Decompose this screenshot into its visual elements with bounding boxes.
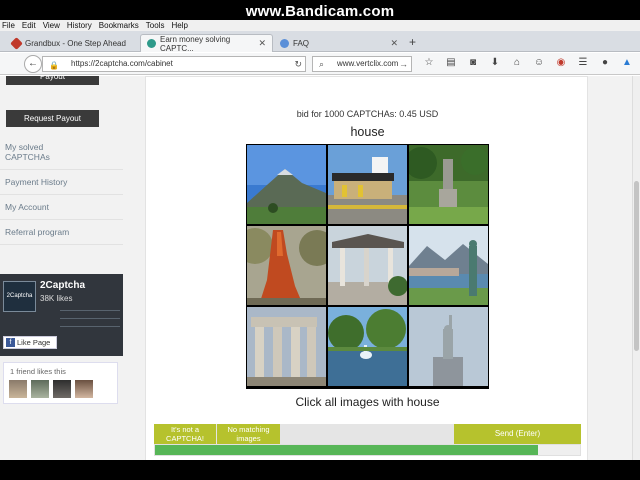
captcha-word: house	[350, 125, 385, 139]
menu-bookmarks[interactable]: Bookmarks	[99, 21, 139, 30]
tab-bar: Grandbux - One Step Ahead Earn money sol…	[0, 31, 640, 53]
sidebar: Payout Request Payout My solved CAPTCHAs…	[0, 76, 123, 460]
menu-edit[interactable]: Edit	[22, 21, 36, 30]
tab-2captcha[interactable]: Earn money solving CAPTC... ✕	[140, 34, 273, 53]
search-input[interactable]: ⌕ www.vertclix.com →	[312, 56, 412, 72]
bid-text: bid for 1000 CAPTCHAs: 0.45 USD	[296, 109, 439, 119]
payout-button[interactable]: Payout	[6, 76, 99, 85]
scrollbar-thumb[interactable]	[634, 181, 639, 351]
captcha-image-mountain[interactable]	[247, 145, 326, 224]
time-remaining-progress	[154, 444, 581, 456]
captcha-image-lake-statue[interactable]	[409, 226, 488, 305]
no-matching-images-button[interactable]: No matching images	[217, 424, 280, 444]
captcha-image-ruins[interactable]	[247, 307, 326, 386]
divider	[60, 318, 120, 319]
search-text: www.vertclix.com	[337, 59, 399, 68]
close-tab-icon[interactable]: ✕	[390, 38, 398, 49]
captcha-image-fountain[interactable]	[328, 307, 407, 386]
download-icon[interactable]: ⬇	[484, 57, 506, 68]
captcha-image-grid	[246, 144, 489, 389]
divider	[0, 219, 123, 220]
tab-label: FAQ	[293, 38, 310, 48]
progress-fill	[155, 445, 538, 455]
close-tab-icon[interactable]: ✕	[258, 38, 266, 49]
extension-icon[interactable]: ◉	[550, 57, 572, 68]
menu-tools[interactable]: Tools	[146, 21, 165, 30]
facebook-page-name[interactable]: 2Captcha	[40, 280, 85, 291]
menu-view[interactable]: View	[43, 21, 60, 30]
divider	[0, 169, 123, 170]
divider	[60, 310, 120, 311]
facebook-icon: f	[6, 338, 15, 347]
tab-faq[interactable]: FAQ ✕	[274, 34, 404, 52]
captcha-instruction: Click all images with house	[295, 395, 440, 409]
captcha-image-gas-station[interactable]	[328, 145, 407, 224]
avatar[interactable]	[9, 380, 27, 398]
captcha-image-statue-of-liberty[interactable]	[409, 307, 488, 386]
avatar[interactable]	[53, 380, 71, 398]
facebook-like-page-button[interactable]: f Like Page	[3, 336, 57, 349]
hamburger-menu-icon[interactable]: ☰	[572, 57, 594, 68]
friends-like-box: 1 friend likes this	[3, 362, 118, 404]
captcha-image-statue-park[interactable]	[409, 145, 488, 224]
page-content: Payout Request Payout My solved CAPTCHAs…	[0, 76, 632, 460]
not-a-captcha-button[interactable]: It's not a CAPTCHA!	[154, 424, 216, 444]
new-tab-button[interactable]: +	[409, 35, 416, 49]
divider	[0, 194, 123, 195]
url-bar[interactable]: 🔒 https://2captcha.com/cabinet ↻	[42, 56, 306, 72]
reading-list-icon[interactable]: ▤	[440, 57, 462, 68]
captcha-action-row: It's not a CAPTCHA! No matching images S…	[154, 424, 581, 444]
globe-favicon-icon	[280, 38, 289, 48]
home-icon[interactable]: ⌂	[506, 57, 528, 68]
grandbux-favicon-icon	[10, 36, 23, 50]
back-button[interactable]: ←	[24, 55, 42, 73]
sidebar-item-my-account[interactable]: My Account	[5, 202, 49, 212]
bookmark-star-icon[interactable]: ☆	[418, 57, 440, 68]
toolbar-icons: ☆ ▤ ◙ ⬇ ⌂ ☺ ◉ ☰ ● ▲	[418, 57, 638, 68]
captcha-image-red-sculpture[interactable]	[247, 226, 326, 305]
2captcha-favicon-icon	[147, 39, 156, 48]
emoji-icon[interactable]: ☺	[528, 57, 550, 68]
vpn-icon[interactable]: ▲	[616, 57, 638, 68]
reload-icon[interactable]: ↻	[294, 57, 302, 71]
browser-window: File Edit View History Bookmarks Tools H…	[0, 20, 640, 460]
url-text: https://2captcha.com/cabinet	[71, 59, 173, 68]
tab-label: Earn money solving CAPTC...	[160, 34, 231, 53]
menu-bar: File Edit View History Bookmarks Tools H…	[0, 20, 640, 31]
go-arrow-icon[interactable]: →	[399, 57, 408, 71]
request-payout-button[interactable]: Request Payout	[6, 110, 99, 127]
menu-history[interactable]: History	[67, 21, 92, 30]
captcha-panel: bid for 1000 CAPTCHAs: 0.45 USD house Cl…	[145, 76, 588, 460]
page-scrollbar[interactable]	[632, 76, 640, 460]
menu-help[interactable]: Help	[171, 21, 187, 30]
like-page-label: Like Page	[17, 338, 51, 347]
tab-label: Grandbux - One Step Ahead	[25, 38, 126, 48]
2captcha-logo: 2Captcha	[3, 281, 36, 312]
send-button[interactable]: Send (Enter)	[454, 424, 581, 444]
avatar[interactable]	[31, 380, 49, 398]
navigation-bar: ← 🔒 https://2captcha.com/cabinet ↻ ⌕ www…	[0, 53, 640, 75]
captcha-image-gazebo[interactable]	[328, 226, 407, 305]
tab-grandbux[interactable]: Grandbux - One Step Ahead	[6, 34, 138, 52]
facebook-page-widget: 2Captcha 2Captcha 38K likes f Like Page	[0, 274, 123, 356]
menu-file[interactable]: File	[2, 21, 15, 30]
divider	[60, 326, 120, 327]
friends-like-text: 1 friend likes this	[10, 367, 66, 376]
lock-icon: 🔒	[49, 61, 59, 70]
sidebar-item-payment-history[interactable]: Payment History	[5, 177, 67, 187]
sidebar-item-my-solved-captchas[interactable]: My solved CAPTCHAs	[5, 142, 75, 162]
facebook-like-count: 38K likes	[40, 294, 73, 303]
avatar[interactable]	[75, 380, 93, 398]
addon-icon[interactable]: ●	[594, 57, 616, 68]
recording-watermark: www.Bandicam.com	[245, 3, 395, 20]
search-icon: ⌕	[319, 59, 325, 69]
pocket-icon[interactable]: ◙	[462, 57, 484, 68]
sidebar-item-referral-program[interactable]: Referral program	[5, 227, 69, 237]
divider	[0, 244, 123, 245]
